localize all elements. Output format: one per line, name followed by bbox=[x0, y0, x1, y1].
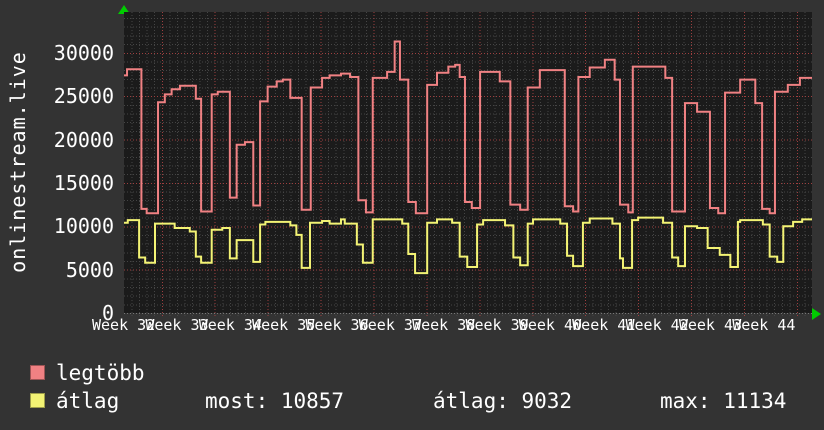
x-tick-label: Week 44 bbox=[732, 316, 796, 334]
y-tick-label: 15000 bbox=[53, 170, 114, 195]
plot-area bbox=[124, 12, 812, 317]
series-legtobb bbox=[124, 40, 812, 215]
right-arrow-icon bbox=[812, 308, 821, 320]
legend-swatch-legtobb bbox=[30, 365, 45, 380]
y-axis-title: onlinestream.live bbox=[6, 51, 30, 273]
legend-swatch-atlag bbox=[30, 393, 45, 408]
y-tick-label: 20000 bbox=[53, 127, 114, 152]
stat-most: most: 10857 bbox=[205, 389, 345, 413]
y-tick-label: 5000 bbox=[65, 257, 114, 282]
y-tick-label: 30000 bbox=[53, 40, 114, 65]
legend-label-atlag: átlag bbox=[56, 389, 120, 413]
rrd-graph-panel: onlinestream.live 0 5000 10000 15000 20000 25… bbox=[0, 0, 824, 430]
stat-atlag: átlag: 9032 bbox=[433, 389, 573, 413]
series-atlag bbox=[124, 216, 812, 275]
stat-max: max: 11134 bbox=[660, 389, 787, 413]
legend-label-legtobb: legtöbb bbox=[56, 361, 145, 385]
chart-svg bbox=[124, 12, 812, 317]
y-tick-label: 25000 bbox=[53, 84, 114, 109]
y-tick-label: 10000 bbox=[53, 214, 114, 239]
